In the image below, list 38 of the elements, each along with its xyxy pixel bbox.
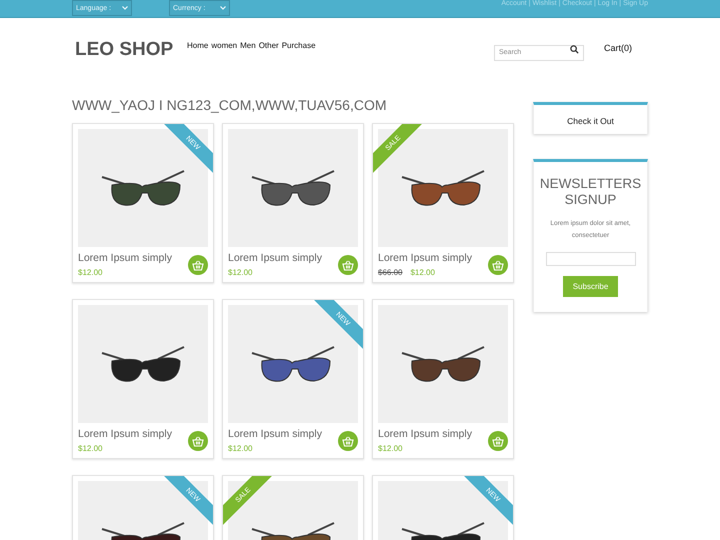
product-price: $12.00	[378, 444, 402, 453]
product-image[interactable]	[378, 129, 508, 247]
product-price: $12.00	[78, 268, 102, 277]
nav-link[interactable]: women	[211, 41, 238, 50]
nav-link[interactable]: Home	[187, 41, 208, 50]
product-image[interactable]	[378, 305, 508, 423]
chevron-down-icon	[122, 6, 128, 10]
old-price: $66.00	[378, 268, 402, 277]
basket-icon	[342, 436, 354, 446]
product-name[interactable]: Lorem Ipsum simply	[378, 252, 472, 264]
chevron-down-icon	[220, 6, 226, 10]
nav-link[interactable]: Men	[240, 41, 256, 50]
product-name[interactable]: Lorem Ipsum simply	[78, 428, 172, 440]
email-field[interactable]	[546, 252, 636, 266]
product-price: $12.00	[410, 268, 435, 277]
nav-link[interactable]: Other	[258, 41, 279, 50]
basket-icon	[192, 436, 204, 446]
logo[interactable]: LEO SHOP	[75, 39, 187, 61]
product-image[interactable]	[228, 129, 358, 247]
nav-link[interactable]: Purchase	[282, 41, 316, 50]
product-price: $12.00	[228, 444, 252, 453]
basket-icon	[342, 260, 354, 270]
product-name[interactable]: Lorem Ipsum simply	[78, 252, 172, 264]
product-price: $12.00	[228, 268, 252, 277]
product-name[interactable]: Lorem Ipsum simply	[378, 428, 472, 440]
product-image[interactable]	[78, 129, 208, 247]
check-it-out-link[interactable]: Check it Out	[567, 105, 614, 134]
basket-icon	[192, 260, 204, 270]
basket-icon	[492, 260, 504, 270]
page-title: WWW_YAOJ I NG123_COM,WWW,TUAV56,COM	[72, 97, 388, 113]
product-price: $12.00	[78, 444, 102, 453]
basket-icon	[492, 436, 504, 446]
product-name[interactable]: Lorem Ipsum simply	[228, 428, 322, 440]
product-name[interactable]: Lorem Ipsum simply	[228, 252, 322, 264]
cart-link[interactable]: Cart(0)	[604, 43, 648, 53]
search-icon[interactable]	[570, 45, 579, 54]
product-image[interactable]	[78, 305, 208, 423]
newsletter-title: NEWSLETTERS SIGNUP	[538, 176, 642, 208]
